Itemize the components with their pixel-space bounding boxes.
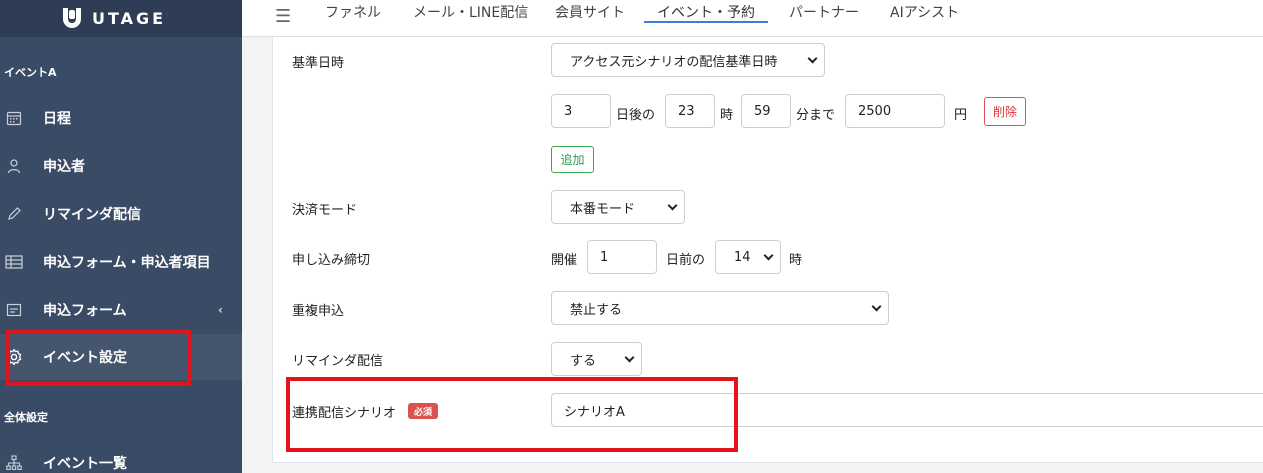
- hour-input[interactable]: 23: [665, 94, 715, 128]
- logo[interactable]: UTAGE: [0, 0, 242, 37]
- price-input[interactable]: 2500: [845, 94, 945, 128]
- payment-mode-select[interactable]: 本番モード: [551, 190, 685, 224]
- highlight-box-sidebar: [6, 330, 191, 386]
- sidebar-item-forms[interactable]: 申込フォーム ‹: [0, 287, 242, 333]
- section-label-event: イベントA: [4, 66, 57, 79]
- pencil-icon: [5, 205, 23, 223]
- duplicate-select[interactable]: 禁止する: [551, 291, 889, 325]
- highlight-box-linked-scenario: [286, 377, 738, 452]
- section-label-global: 全体設定: [4, 411, 48, 424]
- deadline-days-suffix: 日前の: [666, 253, 706, 268]
- base-date-select-value: アクセス元シナリオの配信基準日時: [570, 54, 778, 70]
- minute-suffix: 分まで: [796, 108, 836, 123]
- tab-ai-assist[interactable]: AIアシスト: [890, 2, 959, 22]
- minute-input[interactable]: 59: [741, 94, 791, 128]
- sidebar-item-event-list[interactable]: イベント一覧: [0, 440, 242, 473]
- hour-value: 23: [678, 103, 695, 119]
- tab-mail-line[interactable]: メール・LINE配信: [413, 2, 528, 22]
- brand-name: UTAGE: [92, 9, 167, 28]
- duplicate-value: 禁止する: [570, 302, 623, 318]
- sidebar-item-applicants[interactable]: 申込者: [0, 143, 242, 189]
- payment-mode-value: 本番モード: [570, 201, 636, 217]
- delete-button[interactable]: 削除: [984, 97, 1026, 126]
- sidebar-item-label: 日程: [43, 111, 71, 127]
- chevron-down-icon: [624, 352, 635, 363]
- price-suffix: 円: [954, 108, 968, 123]
- minute-value: 59: [754, 103, 771, 119]
- sidebar-item-label: 申込者: [43, 159, 85, 175]
- days-after-value: 3: [564, 103, 573, 119]
- tab-event-reservation[interactable]: イベント・予約: [657, 2, 755, 22]
- deadline-days-value: 1: [600, 249, 609, 265]
- active-tab-indicator: [644, 21, 768, 23]
- menu-icon[interactable]: ☰: [275, 6, 291, 27]
- tab-member-site[interactable]: 会員サイト: [555, 2, 625, 22]
- deadline-hour-value: 14: [734, 249, 751, 265]
- reminder-value: する: [570, 353, 597, 369]
- calendar-icon: [5, 109, 23, 127]
- add-button[interactable]: 追加: [551, 146, 594, 173]
- days-after-input[interactable]: 3: [551, 94, 611, 128]
- reminder-label: リマインダ配信: [292, 354, 384, 369]
- chevron-down-icon: [807, 53, 818, 64]
- hour-suffix: 時: [720, 108, 734, 123]
- chevron-down-icon: [871, 301, 882, 312]
- payment-mode-label: 決済モード: [292, 203, 358, 218]
- reminder-select[interactable]: する: [551, 342, 642, 376]
- deadline-label: 申し込み締切: [292, 253, 371, 268]
- deadline-prefix: 開催: [551, 253, 578, 268]
- chevron-down-icon: [667, 200, 678, 211]
- chevron-down-icon: [763, 250, 774, 261]
- sidebar-item-label: リマインダ配信: [43, 207, 141, 223]
- tab-partner[interactable]: パートナー: [789, 2, 859, 22]
- sitemap-icon: [5, 454, 23, 472]
- days-after-suffix: 日後の: [616, 108, 656, 123]
- top-navigation: ☰ ファネル メール・LINE配信 会員サイト イベント・予約 パートナー AI…: [242, 0, 1263, 37]
- deadline-days-input[interactable]: 1: [587, 240, 657, 274]
- tab-funnel[interactable]: ファネル: [325, 2, 381, 22]
- deadline-hour-select[interactable]: 14: [715, 240, 781, 274]
- sidebar: UTAGE イベントA 日程 申込者 リマインダ配信 申込フォーム・申込者項目 …: [0, 0, 242, 473]
- base-date-label: 基準日時: [292, 56, 345, 71]
- sidebar-item-schedule[interactable]: 日程: [0, 95, 242, 141]
- utage-logo-icon: [62, 7, 82, 30]
- user-icon: [5, 157, 23, 175]
- sidebar-item-label: 申込フォーム・申込者項目: [43, 255, 211, 271]
- chevron-left-icon: ‹: [218, 303, 223, 317]
- deadline-hour-suffix: 時: [789, 253, 803, 268]
- sidebar-item-form-fields[interactable]: 申込フォーム・申込者項目: [0, 239, 242, 285]
- base-date-select[interactable]: アクセス元シナリオの配信基準日時: [551, 43, 825, 77]
- duplicate-label: 重複申込: [292, 304, 345, 319]
- sidebar-item-reminder[interactable]: リマインダ配信: [0, 191, 242, 237]
- sidebar-item-label: イベント一覧: [43, 456, 127, 472]
- price-value: 2500: [858, 103, 892, 119]
- form-icon: [5, 301, 23, 319]
- sidebar-item-label: 申込フォーム: [43, 303, 127, 319]
- table-icon: [5, 253, 23, 271]
